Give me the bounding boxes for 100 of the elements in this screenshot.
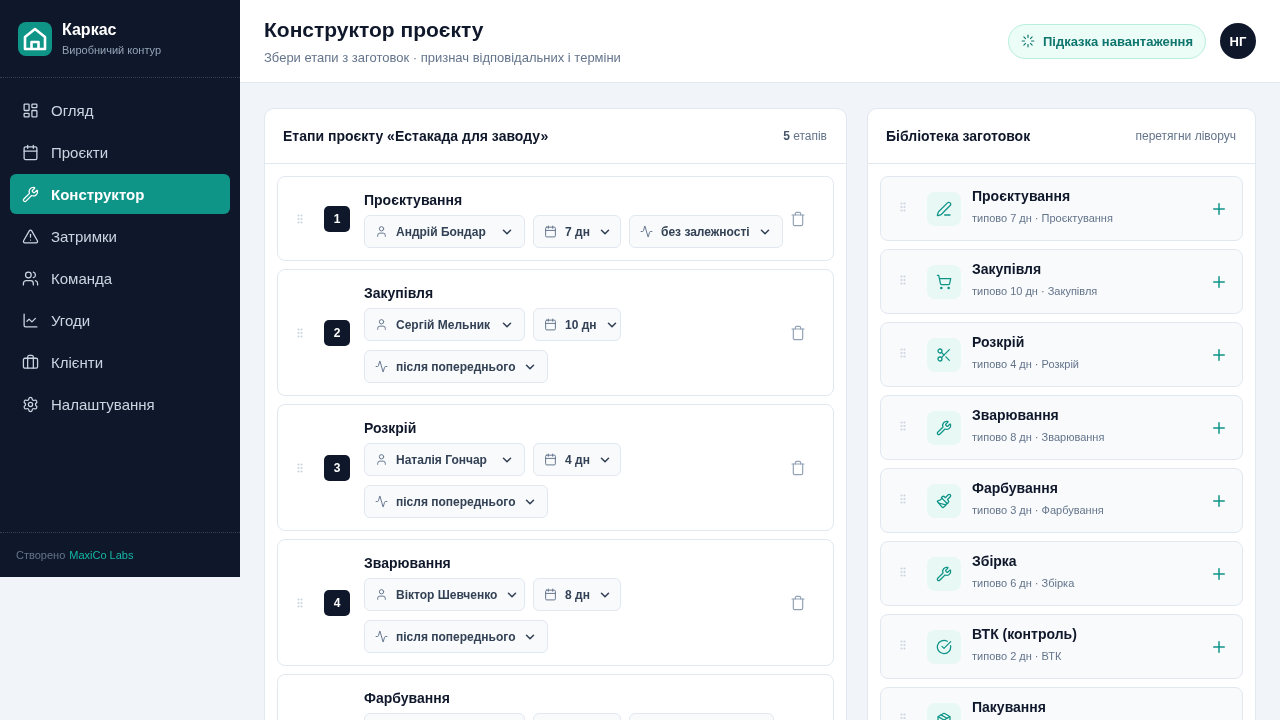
user-icon	[375, 318, 388, 331]
template-item[interactable]: Фарбування типово 3 дн · Фарбування	[880, 468, 1243, 533]
calendar-icon	[544, 453, 557, 466]
template-item[interactable]: Проєктування типово 7 дн · Проєктування	[880, 176, 1243, 241]
stage-name: Розкрій	[364, 419, 418, 438]
calendar-icon	[544, 588, 557, 601]
user-icon	[375, 225, 388, 238]
template-item[interactable]: Пакування	[880, 687, 1243, 720]
template-item[interactable]: ВТК (контроль) типово 2 дн · ВТК	[880, 614, 1243, 679]
nav-item[interactable]: Клієнти	[10, 342, 230, 382]
brand-subtitle: Виробничий контур	[62, 44, 162, 56]
template-item[interactable]: Розкрій типово 4 дн · Розкрій	[880, 322, 1243, 387]
user-icon	[375, 453, 388, 466]
drag-handle-icon[interactable]	[897, 274, 909, 286]
dependency-select[interactable]: без залежності	[629, 215, 783, 248]
nav-item[interactable]: Налаштування	[10, 384, 230, 424]
panel-title: Бібліотека заготовок	[886, 128, 1031, 144]
trash-icon	[790, 325, 806, 341]
trash-icon	[790, 595, 806, 611]
delete-button[interactable]	[790, 211, 806, 227]
panel-title: Етапи проєкту «Естакада для заводу»	[283, 128, 549, 144]
nav-item[interactable]: Конструктор	[10, 174, 230, 214]
drag-handle-icon[interactable]	[294, 597, 306, 609]
stage-name: Проєктування	[364, 191, 464, 210]
stage-number: 2	[324, 320, 350, 346]
users-icon	[22, 269, 39, 287]
calendar-icon	[22, 143, 39, 161]
calendar-icon	[544, 225, 557, 238]
drag-handle-icon[interactable]	[897, 420, 909, 432]
delete-button[interactable]	[790, 325, 806, 341]
drag-handle-icon[interactable]	[897, 347, 909, 359]
wrench-icon	[927, 556, 961, 591]
template-subtitle: типово 10 дн · Закупівля	[972, 284, 1099, 298]
nav-item[interactable]: Угоди	[10, 300, 230, 340]
dependency-select[interactable]: після попереднього	[364, 350, 549, 383]
duration-select[interactable]: 8 дн	[533, 578, 621, 611]
nav-item[interactable]: Затримки	[10, 216, 230, 256]
template-subtitle: типово 6 дн · Збірка	[972, 576, 1076, 590]
template-item[interactable]: Закупівля типово 10 дн · Закупівля	[880, 249, 1243, 314]
nav-item[interactable]: Проєкти	[10, 132, 230, 172]
delete-button[interactable]	[790, 595, 806, 611]
nav-item[interactable]: Огляд	[10, 90, 230, 130]
template-subtitle: типово 3 дн · Фарбування	[972, 503, 1105, 517]
drag-handle-icon[interactable]	[897, 566, 909, 578]
template-subtitle: типово 4 дн · Розкрій	[972, 357, 1080, 371]
drag-handle-icon[interactable]	[294, 327, 306, 339]
stage-name: Закупівля	[364, 284, 435, 303]
paintbrush-icon	[927, 483, 961, 518]
template-name: Пакування	[972, 700, 1047, 715]
assignee-select[interactable]: Андрій Бондар	[364, 215, 525, 248]
line-chart-icon	[22, 311, 39, 329]
settings-icon	[22, 395, 39, 413]
template-subtitle: типово 2 дн · ВТК	[972, 649, 1063, 663]
load-hint-button[interactable]: Підказка навантаження	[1007, 23, 1206, 59]
assignee-select[interactable]: Сергій Мельник	[364, 308, 525, 341]
stage-name: Фарбування	[364, 689, 451, 708]
dependency-select[interactable]: після попереднього	[364, 620, 549, 653]
drag-handle-icon[interactable]	[897, 201, 909, 213]
drag-handle-icon[interactable]	[897, 639, 909, 651]
assignee-select[interactable]: Віктор Шевченко	[364, 578, 525, 611]
cart-icon	[927, 264, 961, 299]
template-name: ВТК (контроль)	[972, 627, 1078, 642]
duration-select[interactable]: 7 дн	[533, 215, 621, 248]
user-avatar[interactable]: НГ	[1220, 23, 1256, 59]
pulse-icon	[375, 360, 388, 373]
stage-number: 4	[324, 590, 350, 616]
trash-icon	[790, 460, 806, 476]
drag-handle-icon[interactable]	[294, 213, 306, 225]
stage-number: 3	[324, 455, 350, 481]
nav-item[interactable]: Команда	[10, 258, 230, 298]
dependency-select[interactable]: після попереднього	[364, 485, 549, 518]
trash-icon	[790, 211, 806, 227]
assignee-select[interactable]: Наталія Гончар	[364, 443, 525, 476]
house-logo-icon	[18, 21, 52, 56]
template-name: Закупівля	[972, 262, 1043, 277]
briefcase-icon	[22, 353, 39, 371]
template-subtitle: типово 8 дн · Зварювання	[972, 430, 1106, 444]
template-name: Фарбування	[972, 481, 1059, 496]
template-name: Проєктування	[972, 189, 1072, 204]
wrench-icon	[927, 410, 961, 445]
pulse-icon	[375, 630, 388, 643]
template-item[interactable]: Зварювання типово 8 дн · Зварювання	[880, 395, 1243, 460]
template-name: Зварювання	[972, 408, 1060, 423]
stage-name: Зварювання	[364, 554, 452, 573]
brand-name: Каркас	[62, 21, 118, 39]
delete-button[interactable]	[790, 460, 806, 476]
user-icon	[375, 588, 388, 601]
page-subtitle: Збери етапи з заготовок · признач відповідальних і терміни	[264, 49, 621, 65]
dashboard-icon	[22, 101, 39, 119]
spinner-icon	[1020, 34, 1035, 48]
pen-icon	[927, 191, 961, 226]
calendar-icon	[544, 318, 557, 331]
template-subtitle: типово 7 дн · Проєктування	[972, 211, 1114, 225]
template-item[interactable]: Збірка типово 6 дн · Збірка	[880, 541, 1243, 606]
duration-select[interactable]: 10 дн	[533, 308, 621, 341]
drag-handle-icon[interactable]	[897, 493, 909, 505]
footer-link[interactable]: MaxiCo Labs	[69, 549, 134, 561]
warning-icon	[22, 227, 39, 245]
duration-select[interactable]: 4 дн	[533, 443, 621, 476]
drag-handle-icon[interactable]	[294, 462, 306, 474]
